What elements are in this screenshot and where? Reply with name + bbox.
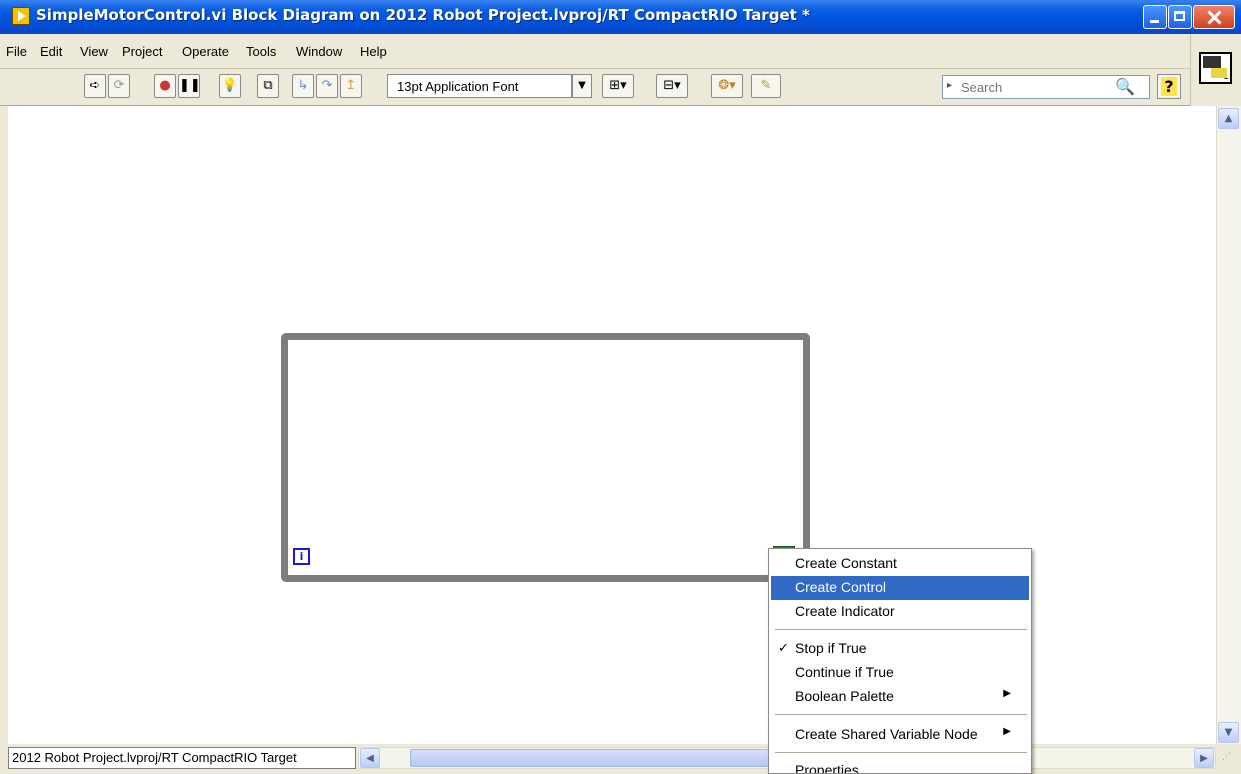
step-over-icon: ↷ xyxy=(321,78,333,93)
maximize-button[interactable] xyxy=(1168,5,1192,29)
menu-tools[interactable]: Tools xyxy=(246,44,276,59)
while-loop[interactable] xyxy=(281,333,810,582)
menu-item-label: Properties xyxy=(795,762,859,774)
menu-window[interactable]: Window xyxy=(296,44,342,59)
step-into-button[interactable]: ↳ xyxy=(292,74,314,98)
align-objects-button[interactable]: ⊞▾ xyxy=(602,74,634,98)
window-title: SimpleMotorControl.vi Block Diagram on 2… xyxy=(36,6,810,24)
menu-separator xyxy=(775,752,1027,753)
minimize-button[interactable] xyxy=(1143,5,1167,29)
menu-create-indicator[interactable]: Create Indicator xyxy=(771,600,1029,624)
run-button[interactable]: ➪ xyxy=(84,74,106,98)
highlight-execution-button[interactable]: 💡 xyxy=(219,74,241,98)
run-continuously-icon: ⟳ xyxy=(113,78,125,93)
scroll-right-button[interactable]: ▶ xyxy=(1194,748,1214,768)
retain-wire-values-icon: ⧉ xyxy=(263,78,273,93)
search-icon[interactable]: 🔍 xyxy=(1115,77,1135,96)
abort-icon: ● xyxy=(159,78,171,93)
horizontal-scroll-thumb[interactable] xyxy=(410,749,770,767)
abort-button[interactable]: ● xyxy=(154,74,176,98)
menu-file[interactable]: File xyxy=(6,44,27,59)
resize-grip-icon[interactable]: ⋰ xyxy=(1222,752,1238,768)
menu-item-label: Create Shared Variable Node xyxy=(795,726,978,742)
distribute-objects-icon: ⊟▾ xyxy=(663,78,681,93)
pause-icon: ❚❚ xyxy=(179,78,201,93)
align-objects-icon: ⊞▾ xyxy=(609,78,627,93)
menu-help[interactable]: Help xyxy=(360,44,387,59)
labview-app-icon[interactable] xyxy=(12,7,30,25)
menu-properties[interactable]: Properties xyxy=(771,759,1029,774)
search-expand-icon[interactable]: ▸ xyxy=(947,80,952,91)
font-dropdown-arrow[interactable]: ▼ xyxy=(572,74,592,98)
lightbulb-icon: 💡 xyxy=(221,78,239,93)
vi-icon[interactable]: 1 xyxy=(1199,52,1232,84)
clean-up-diagram-icon: ✎ xyxy=(760,78,772,93)
context-target-label: 2012 Robot Project.lvproj/RT CompactRIO … xyxy=(8,747,356,769)
step-into-icon: ↳ xyxy=(297,78,309,93)
retain-wire-values-button[interactable]: ⧉ xyxy=(257,74,279,98)
menu-project[interactable]: Project xyxy=(122,44,162,59)
menu-stop-if-true[interactable]: ✓ Stop if True xyxy=(771,637,1029,661)
step-out-icon: ↥ xyxy=(345,78,357,93)
menu-bar xyxy=(0,34,1190,69)
step-over-button[interactable]: ↷ xyxy=(316,74,338,98)
menu-create-constant[interactable]: Create Constant xyxy=(771,552,1029,576)
vertical-scrollbar[interactable] xyxy=(1216,106,1241,744)
context-menu: Create Constant Create Control Create In… xyxy=(768,548,1032,774)
menu-create-control[interactable]: Create Control xyxy=(771,576,1029,600)
clean-up-diagram-button[interactable]: ✎ xyxy=(751,74,781,98)
distribute-objects-button[interactable]: ⊟▾ xyxy=(656,74,688,98)
menu-item-label: Continue if True xyxy=(795,664,894,680)
font-selector[interactable]: 13pt Application Font xyxy=(387,74,572,98)
run-icon: ➪ xyxy=(89,78,101,93)
menu-continue-if-true[interactable]: Continue if True xyxy=(771,661,1029,685)
menu-create-shared-variable-node[interactable]: Create Shared Variable Node ▶ xyxy=(771,723,1029,747)
menu-item-label: Create Control xyxy=(795,579,887,595)
pause-button[interactable]: ❚❚ xyxy=(178,74,201,98)
chevron-down-icon: ▼ xyxy=(1224,727,1233,738)
menu-separator xyxy=(775,629,1027,630)
menu-separator xyxy=(775,714,1027,715)
reorder-icon: ❂▾ xyxy=(718,78,736,93)
scroll-left-button[interactable]: ◀ xyxy=(360,748,380,768)
search-box[interactable]: ▸ 🔍 xyxy=(942,75,1150,99)
step-out-button[interactable]: ↥ xyxy=(340,74,362,98)
menu-operate[interactable]: Operate xyxy=(182,44,229,59)
submenu-arrow-icon: ▶ xyxy=(1003,688,1011,699)
run-continuously-button[interactable]: ⟳ xyxy=(108,74,130,98)
scroll-down-button[interactable]: ▼ xyxy=(1218,722,1239,743)
menu-item-label: Stop if True xyxy=(795,640,867,656)
search-input[interactable] xyxy=(959,79,1113,96)
connector-pane-number: 1 xyxy=(1223,72,1229,82)
scroll-up-button[interactable]: ▲ xyxy=(1218,108,1239,129)
menu-item-label: Boolean Palette xyxy=(795,688,894,704)
checkmark-icon: ✓ xyxy=(778,640,789,655)
chevron-left-icon: ◀ xyxy=(366,753,374,764)
submenu-arrow-icon: ▶ xyxy=(1003,726,1011,737)
title-bar[interactable]: SimpleMotorControl.vi Block Diagram on 2… xyxy=(0,0,1241,34)
chevron-up-icon: ▲ xyxy=(1224,113,1233,124)
iteration-terminal[interactable]: i xyxy=(293,548,310,565)
menu-boolean-palette[interactable]: Boolean Palette ▶ xyxy=(771,685,1029,709)
chevron-right-icon: ▶ xyxy=(1200,753,1208,764)
reorder-button[interactable]: ❂▾ xyxy=(711,74,743,98)
menu-edit[interactable]: Edit xyxy=(40,44,62,59)
help-icon: ? xyxy=(1161,77,1177,96)
menu-item-label: Create Indicator xyxy=(795,603,895,619)
context-help-button[interactable]: ? xyxy=(1157,74,1181,99)
close-button[interactable] xyxy=(1193,5,1235,29)
menu-view[interactable]: View xyxy=(80,44,108,59)
menu-item-label: Create Constant xyxy=(795,555,897,571)
window-left-edge xyxy=(0,106,8,774)
